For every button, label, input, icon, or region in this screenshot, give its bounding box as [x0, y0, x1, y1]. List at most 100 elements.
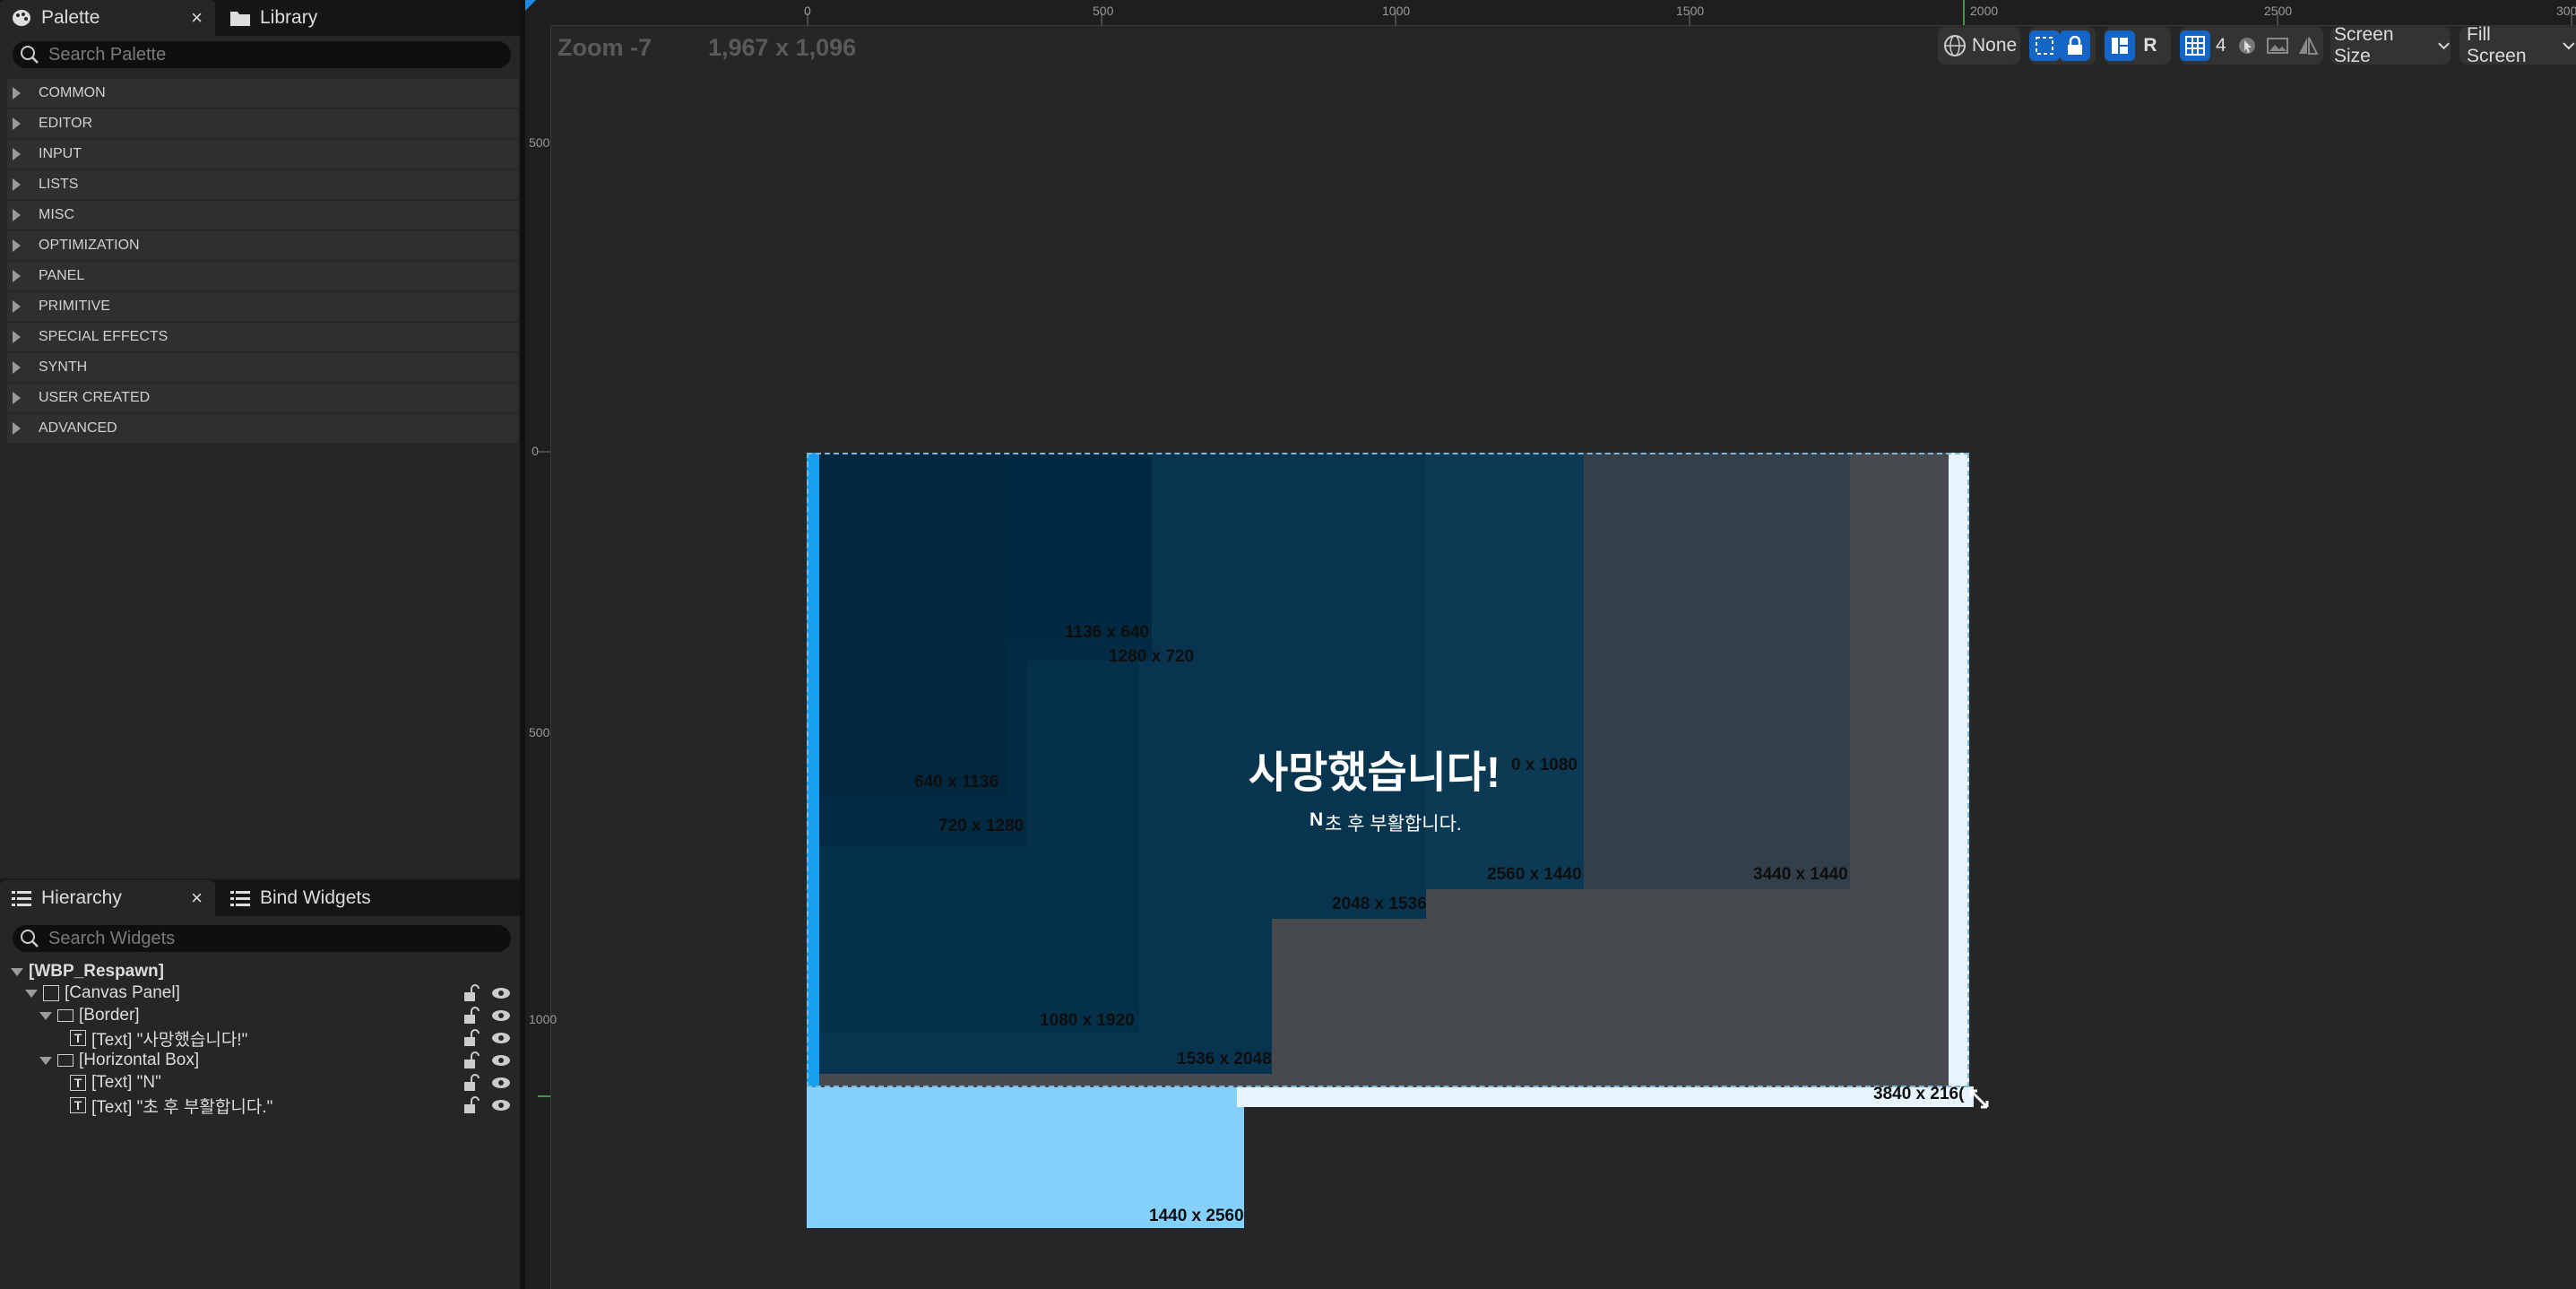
hierarchy-search[interactable] [13, 925, 511, 952]
text-icon: T [70, 1097, 86, 1113]
resolution-label: 1080 x 1920 [1040, 1011, 1135, 1030]
localization-label: None [1972, 35, 2018, 56]
ruler-top-label: 0 [804, 4, 811, 18]
grid-count[interactable]: 4 [2216, 35, 2226, 56]
palette-category[interactable]: ADVANCED [7, 414, 518, 443]
lock-icon[interactable] [462, 1029, 482, 1047]
palette-category[interactable]: PANEL [7, 262, 518, 290]
ruler-left-label: 0 [532, 444, 539, 458]
chevron-down-icon [2438, 42, 2450, 50]
tree-item-label: [Text] "사망했습니다!" [91, 1030, 248, 1050]
expand-icon [13, 300, 21, 313]
hierarchy-search-input[interactable] [47, 927, 498, 950]
palette-search[interactable] [13, 41, 511, 68]
tree-item-text-subtitle[interactable]: T [Text] "초 후 부활합니다." [70, 1094, 520, 1117]
zoom-level: Zoom -7 [558, 34, 652, 61]
outline-toggle[interactable] [2029, 30, 2060, 61]
eye-icon[interactable] [491, 1053, 511, 1068]
localization-dropdown[interactable]: None [1938, 27, 2020, 65]
palette-panel: COMMON EDITOR INPUT LISTS MISC OPTIMIZATION PA… [0, 36, 520, 878]
ruler-left-label: 1000 [529, 1012, 558, 1026]
hbox-icon [57, 1054, 73, 1067]
palette-category-label: MISC [39, 207, 74, 222]
resolution-label: 3840 x 216( [1873, 1085, 1965, 1103]
tree-item-horizontal-box[interactable]: [Horizontal Box] [39, 1050, 520, 1071]
tab-hierarchy[interactable]: Hierarchy × [0, 880, 215, 916]
resolution-label: 3440 x 1440 [1753, 865, 1848, 884]
tab-palette-label: Palette [41, 7, 100, 28]
expand-icon [13, 422, 21, 435]
eye-icon[interactable] [491, 986, 511, 1000]
palette-category[interactable]: COMMON [7, 79, 518, 108]
palette-category[interactable]: OPTIMIZATION [7, 231, 518, 260]
eye-icon[interactable] [491, 1076, 511, 1090]
close-icon[interactable]: × [191, 887, 203, 910]
eye-icon[interactable] [491, 1008, 511, 1023]
eye-icon[interactable] [491, 1098, 511, 1112]
palette-category[interactable]: MISC [7, 201, 518, 229]
expand-icon [39, 1056, 52, 1065]
tree-item-text-n[interactable]: T [Text] "N" [70, 1072, 520, 1094]
palette-category[interactable]: PRIMITIVE [7, 292, 518, 321]
resolution-label: 1136 x 640 [1065, 623, 1150, 642]
palette-category[interactable]: SPECIAL EFFECTS [7, 323, 518, 351]
row-icons [462, 1096, 511, 1114]
ruler-left: 500 0 500 1000 [525, 25, 558, 1289]
mirror-icon [2298, 37, 2319, 55]
image-icon [2266, 38, 2288, 54]
chevron-down-icon [2563, 42, 2575, 50]
respawn-subtitle[interactable]: 초 후 부활합니다. [1325, 809, 1462, 836]
ruler-top-label: 1500 [1676, 4, 1705, 18]
tree-item-border[interactable]: [Border] [39, 1005, 520, 1026]
ruler-top-label: 1000 [1382, 4, 1411, 18]
palette-tabbar: Palette × Library [0, 0, 525, 36]
resolution-label: 1440 x 2560 [1149, 1207, 1244, 1225]
expand-icon [13, 392, 21, 404]
respawn-title[interactable]: 사망했습니다! [1249, 737, 1500, 800]
palette-icon [11, 7, 32, 29]
palette-search-input[interactable] [47, 43, 498, 66]
palette-category[interactable]: EDITOR [7, 109, 518, 138]
tab-palette[interactable]: Palette × [0, 0, 215, 36]
tree-root[interactable]: [WBP_Respawn] [11, 961, 531, 982]
palette-category-label: OPTIMIZATION [39, 238, 140, 253]
canvas-icon [43, 985, 59, 1001]
r-button[interactable]: R [2135, 30, 2165, 61]
fill-screen-dropdown[interactable]: Fill Screen [2459, 24, 2576, 66]
lock-icon[interactable] [462, 1074, 482, 1092]
expand-icon [13, 239, 21, 252]
respawn-count[interactable]: N [1310, 809, 1323, 831]
flip-toggle[interactable] [2293, 30, 2323, 61]
palette-category[interactable]: USER CREATED [7, 384, 518, 412]
grid-icon [2185, 36, 2205, 56]
respect-locks-toggle[interactable] [2105, 30, 2135, 61]
view-toggle-group: R [2105, 27, 2171, 65]
palette-category-label: LISTS [39, 177, 79, 192]
cursor-toggle[interactable] [2232, 30, 2262, 61]
tree-item-label: [Canvas Panel] [65, 983, 180, 1002]
lock-icon[interactable] [462, 984, 482, 1002]
tree-item-label: [Border] [79, 1006, 140, 1025]
lock-icon[interactable] [462, 1096, 482, 1114]
tab-library[interactable]: Library [219, 0, 398, 36]
screen-size-dropdown[interactable]: Screen Size [2330, 24, 2451, 66]
resize-handle-icon[interactable] [1968, 1088, 1992, 1112]
lock-toggle[interactable] [2060, 30, 2090, 61]
lock-icon[interactable] [462, 1051, 482, 1069]
row-icons [462, 1029, 511, 1047]
lock-icon [2068, 36, 2082, 55]
tab-bind-widgets[interactable]: Bind Widgets [219, 880, 398, 916]
expand-icon [13, 148, 21, 160]
tree-item-text-title[interactable]: T [Text] "사망했습니다!" [70, 1027, 520, 1050]
layout-icon [2112, 38, 2128, 54]
background-toggle[interactable] [2262, 30, 2293, 61]
tree-item-canvas-panel[interactable]: [Canvas Panel] [25, 982, 520, 1004]
palette-category[interactable]: LISTS [7, 170, 518, 199]
eye-icon[interactable] [491, 1031, 511, 1045]
palette-category[interactable]: INPUT [7, 140, 518, 169]
palette-category[interactable]: SYNTH [7, 353, 518, 382]
close-icon[interactable]: × [191, 6, 203, 30]
grid-snap-toggle[interactable] [2180, 30, 2210, 61]
lock-icon[interactable] [462, 1007, 482, 1025]
ruler-top-label: 300 [2556, 4, 2576, 18]
